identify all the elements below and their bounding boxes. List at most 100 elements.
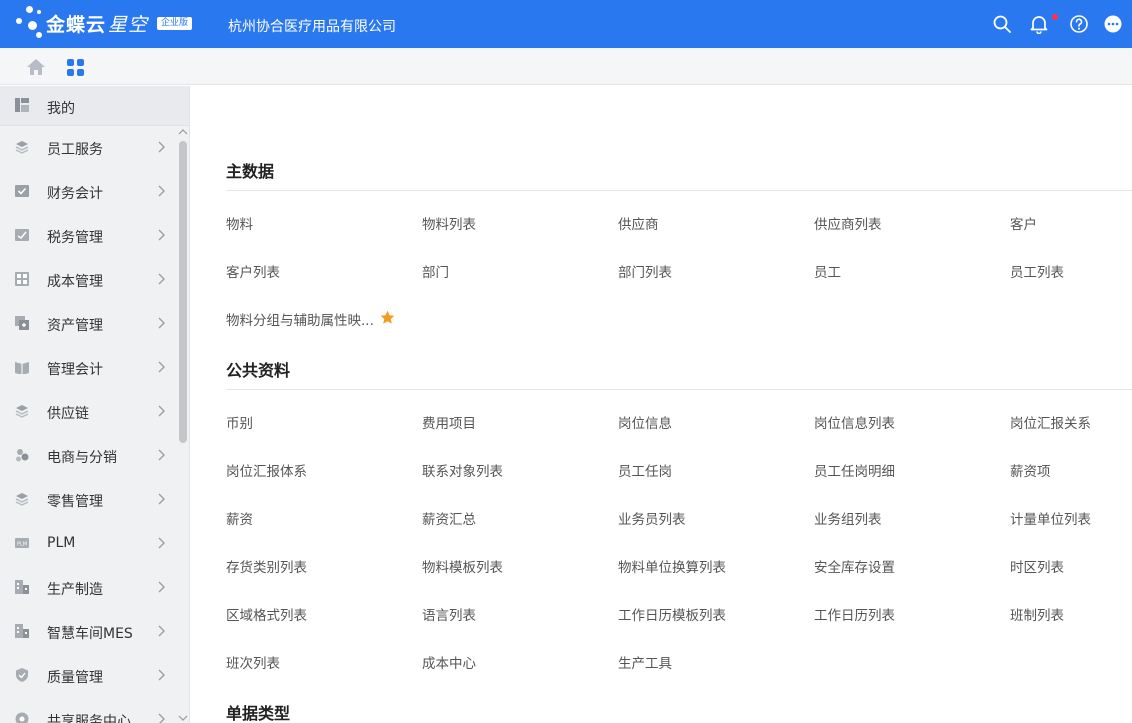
menu-link[interactable]: 薪资项 bbox=[1010, 460, 1051, 480]
menu-link[interactable]: 员工任岗 bbox=[618, 460, 672, 480]
sidebar-item[interactable]: 税务管理 bbox=[0, 214, 178, 258]
menu-link[interactable]: 部门列表 bbox=[618, 261, 672, 281]
check-box-icon bbox=[15, 185, 29, 197]
sidebar-item[interactable]: 员工服务 bbox=[0, 126, 178, 170]
sidebar-item-label: 零售管理 bbox=[47, 494, 103, 510]
menu-link[interactable]: 班制列表 bbox=[1010, 604, 1064, 624]
help-icon[interactable] bbox=[1069, 14, 1089, 34]
menu-link[interactable]: 物料列表 bbox=[422, 213, 476, 233]
menu-link[interactable]: 业务员列表 bbox=[618, 508, 686, 528]
chevron-right-icon[interactable] bbox=[157, 316, 167, 330]
menu-link[interactable]: 员工 bbox=[814, 261, 841, 281]
menu-link[interactable]: 工作日历模板列表 bbox=[618, 604, 726, 624]
brand-main: 金蝶云 bbox=[46, 14, 107, 36]
sidebar-item[interactable]: PLM PLM bbox=[0, 522, 178, 566]
sidebar-item-label: 我的 bbox=[47, 101, 75, 117]
sidebar-item[interactable]: 质量管理 bbox=[0, 654, 178, 698]
menu-link[interactable]: 物料模板列表 bbox=[422, 556, 503, 576]
menu-link[interactable]: 薪资 bbox=[226, 508, 253, 528]
menu-link[interactable]: 物料分组与辅助属性映... bbox=[226, 309, 374, 329]
menu-link[interactable]: 生产工具 bbox=[618, 652, 672, 672]
sidebar-item[interactable]: 成本管理 bbox=[0, 258, 178, 302]
favorite-star-icon[interactable] bbox=[380, 310, 395, 325]
menu-link[interactable]: 薪资汇总 bbox=[422, 508, 476, 528]
chevron-right-icon[interactable] bbox=[157, 712, 167, 723]
chevron-right-icon[interactable] bbox=[157, 668, 167, 682]
sidebar-item[interactable]: 管理会计 bbox=[0, 346, 178, 390]
sidebar-scroll-thumb[interactable] bbox=[179, 141, 187, 443]
brand-name: 金蝶云 星空 bbox=[46, 10, 148, 37]
layers-icon bbox=[15, 141, 29, 154]
factory-icon bbox=[15, 580, 29, 594]
menu-link[interactable]: 供应商列表 bbox=[814, 213, 882, 233]
sidebar-item[interactable]: 生产制造 bbox=[0, 566, 178, 610]
chevron-right-icon[interactable] bbox=[157, 184, 167, 198]
menu-link[interactable]: 班次列表 bbox=[226, 652, 280, 672]
more-icon[interactable] bbox=[1103, 14, 1123, 34]
menu-link[interactable]: 客户 bbox=[1010, 213, 1037, 233]
menu-link[interactable]: 区域格式列表 bbox=[226, 604, 307, 624]
sidebar-item[interactable]: 电商与分销 bbox=[0, 434, 178, 478]
tax-icon bbox=[15, 229, 29, 241]
main-content: 主数据 物料 物料列表 供应商 供应商列表 客户 客户列表 部门 部门列表 员工 员工列表 物料分组与… bbox=[191, 86, 1132, 723]
company-name[interactable]: 杭州协合医疗用品有限公司 bbox=[228, 16, 396, 36]
layers-icon bbox=[15, 493, 29, 506]
sidebar-item[interactable]: 财务会计 bbox=[0, 170, 178, 214]
bell-icon[interactable] bbox=[1029, 14, 1049, 34]
chevron-right-icon[interactable] bbox=[157, 448, 167, 462]
chevron-right-icon[interactable] bbox=[157, 272, 167, 286]
chevron-right-icon[interactable] bbox=[157, 404, 167, 418]
kingdee-logo-icon[interactable] bbox=[14, 4, 50, 44]
menu-link[interactable]: 岗位汇报关系 bbox=[1010, 412, 1091, 432]
sidebar-item-label: 财务会计 bbox=[47, 186, 103, 202]
menu-link[interactable]: 物料单位换算列表 bbox=[618, 556, 726, 576]
sidebar-item[interactable]: 资产管理 bbox=[0, 302, 178, 346]
chevron-right-icon[interactable] bbox=[157, 624, 167, 638]
section-title: 单据类型 bbox=[226, 704, 291, 723]
menu-link[interactable]: 存货类别列表 bbox=[226, 556, 307, 576]
chevron-right-icon[interactable] bbox=[157, 492, 167, 506]
menu-link[interactable]: 联系对象列表 bbox=[422, 460, 503, 480]
sidebar-item-label: 成本管理 bbox=[47, 274, 103, 290]
menu-link[interactable]: 岗位信息列表 bbox=[814, 412, 895, 432]
sidebar-item-label: 管理会计 bbox=[47, 362, 103, 378]
menu-link[interactable]: 物料 bbox=[226, 213, 253, 233]
chevron-right-icon[interactable] bbox=[157, 580, 167, 594]
menu-link[interactable]: 成本中心 bbox=[422, 652, 476, 672]
scroll-down-icon[interactable] bbox=[178, 714, 188, 722]
menu-link[interactable]: 工作日历列表 bbox=[814, 604, 895, 624]
home-icon[interactable] bbox=[26, 58, 46, 76]
scroll-up-icon[interactable] bbox=[178, 128, 188, 136]
menu-link[interactable]: 业务组列表 bbox=[814, 508, 882, 528]
asset-icon bbox=[15, 316, 29, 330]
menu-link[interactable]: 岗位信息 bbox=[618, 412, 672, 432]
sidebar-item-label: PLM bbox=[47, 535, 76, 551]
chevron-right-icon[interactable] bbox=[157, 536, 167, 550]
menu-link[interactable]: 客户列表 bbox=[226, 261, 280, 281]
search-icon[interactable] bbox=[992, 14, 1012, 34]
sidebar-item[interactable]: 共享服务中心 bbox=[0, 698, 178, 723]
menu-link[interactable]: 安全库存设置 bbox=[814, 556, 895, 576]
menu-link[interactable]: 费用项目 bbox=[422, 412, 476, 432]
apps-grid-icon[interactable] bbox=[67, 59, 85, 77]
menu-link[interactable]: 语言列表 bbox=[422, 604, 476, 624]
menu-link[interactable]: 时区列表 bbox=[1010, 556, 1064, 576]
menu-link[interactable]: 员工列表 bbox=[1010, 261, 1064, 281]
sidebar-item[interactable]: 供应链 bbox=[0, 390, 178, 434]
chevron-right-icon[interactable] bbox=[157, 228, 167, 242]
chevron-right-icon[interactable] bbox=[157, 360, 167, 374]
sidebar-item-mine[interactable]: 我的 bbox=[0, 86, 189, 126]
svg-text:PLM: PLM bbox=[17, 542, 27, 548]
top-header: 金蝶云 星空 企业版 杭州协合医疗用品有限公司 bbox=[0, 0, 1132, 48]
sidebar-item[interactable]: 零售管理 bbox=[0, 478, 178, 522]
menu-link[interactable]: 供应商 bbox=[618, 213, 659, 233]
sidebar-item[interactable]: 智慧车间MES bbox=[0, 610, 178, 654]
menu-link[interactable]: 岗位汇报体系 bbox=[226, 460, 307, 480]
menu-link[interactable]: 部门 bbox=[422, 261, 449, 281]
menu-link[interactable]: 计量单位列表 bbox=[1010, 508, 1091, 528]
menu-link[interactable]: 币别 bbox=[226, 412, 253, 432]
chevron-right-icon[interactable] bbox=[157, 140, 167, 154]
edition-badge: 企业版 bbox=[157, 17, 193, 30]
users-icon bbox=[16, 449, 29, 462]
menu-link[interactable]: 员工任岗明细 bbox=[814, 460, 895, 480]
